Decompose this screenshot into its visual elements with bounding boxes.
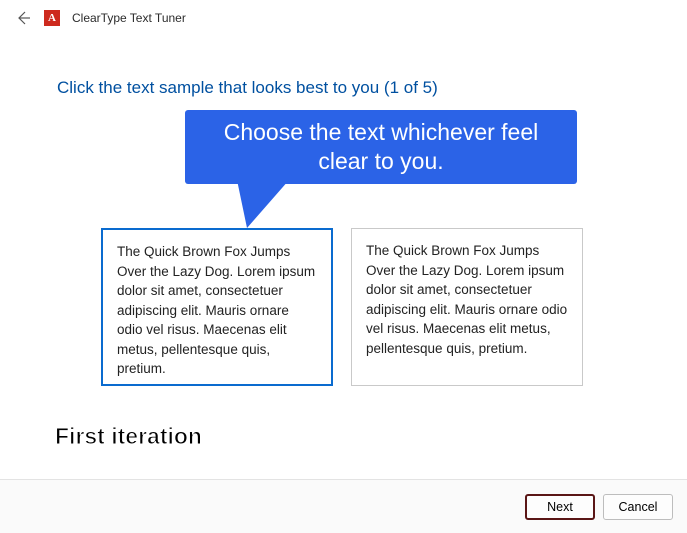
cancel-button[interactable]: Cancel: [603, 494, 673, 520]
instruction-text: Click the text sample that looks best to…: [57, 78, 630, 98]
back-arrow-icon[interactable]: [14, 9, 32, 27]
text-sample-1[interactable]: The Quick Brown Fox Jumps Over the Lazy …: [101, 228, 333, 386]
sample-row: The Quick Brown Fox Jumps Over the Lazy …: [101, 228, 630, 386]
callout-annotation: Choose the text whichever feel clear to …: [185, 110, 630, 220]
text-sample-2[interactable]: The Quick Brown Fox Jumps Over the Lazy …: [351, 228, 583, 386]
iteration-label: First iteration: [55, 423, 202, 450]
app-icon: A: [44, 10, 60, 26]
callout-line2: clear to you.: [205, 147, 557, 176]
callout-bubble: Choose the text whichever feel clear to …: [185, 110, 577, 184]
titlebar: A ClearType Text Tuner: [0, 0, 687, 36]
app-icon-letter: A: [48, 12, 56, 24]
next-button[interactable]: Next: [525, 494, 595, 520]
content-area: Click the text sample that looks best to…: [0, 36, 687, 386]
callout-line1: Choose the text whichever feel: [205, 118, 557, 147]
window-title: ClearType Text Tuner: [72, 11, 186, 25]
callout-tail-icon: [237, 180, 289, 228]
footer-bar: Next Cancel: [0, 479, 687, 533]
